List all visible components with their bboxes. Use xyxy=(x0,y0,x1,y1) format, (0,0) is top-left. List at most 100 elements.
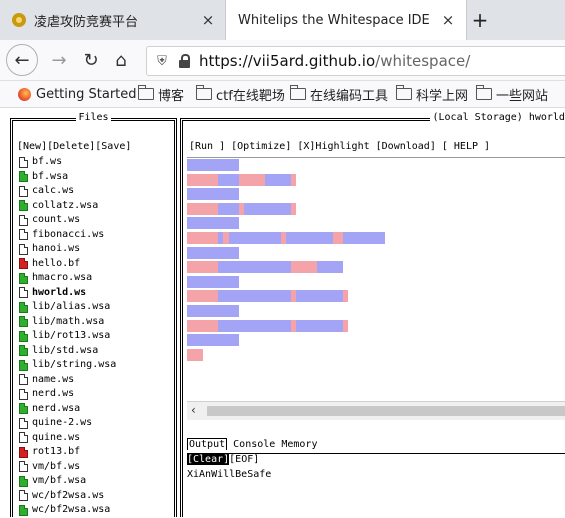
space-token xyxy=(291,261,317,273)
home-button[interactable]: ⌂ xyxy=(108,44,134,76)
file-icon xyxy=(19,505,28,516)
file-name: collatz.wsa xyxy=(32,199,98,214)
file-item[interactable]: nerd.ws xyxy=(19,387,116,402)
bookmark-folder-proxy[interactable]: 科学上网 xyxy=(396,81,468,107)
bookmark-label: 科学上网 xyxy=(416,85,468,104)
folder-icon xyxy=(138,88,154,100)
lock-icon[interactable] xyxy=(177,54,193,68)
file-item[interactable]: name.ws xyxy=(19,373,116,388)
file-item[interactable]: lib/math.wsa xyxy=(19,315,116,330)
eof-button[interactable]: [EOF] xyxy=(229,454,259,465)
file-name: wc/bf2wsa.wsa xyxy=(32,503,110,518)
tab-output[interactable]: Output xyxy=(187,438,227,450)
file-item[interactable]: nerd.wsa xyxy=(19,402,116,417)
bookmark-folder-sites[interactable]: 一些网站 xyxy=(476,81,548,107)
tab-token xyxy=(187,247,239,259)
scroll-left-icon[interactable]: ‹ xyxy=(191,403,196,417)
file-item[interactable]: calc.ws xyxy=(19,184,116,199)
tab-title: Whitelips the Whitespace IDE xyxy=(238,13,438,28)
file-item[interactable]: lib/rot13.wsa xyxy=(19,329,116,344)
tab-token xyxy=(187,334,239,346)
file-item[interactable]: lib/std.wsa xyxy=(19,344,116,359)
space-token xyxy=(343,320,348,332)
file-name: lib/rot13.wsa xyxy=(32,329,110,344)
tab-token xyxy=(187,159,239,171)
space-token xyxy=(343,290,348,302)
file-item[interactable]: count.ws xyxy=(19,213,116,228)
url-host: https://vii5ard.github.io xyxy=(199,52,375,70)
tab-token xyxy=(317,261,343,273)
output-actions: [Clear][EOF] xyxy=(187,454,259,465)
file-item[interactable]: quine.ws xyxy=(19,431,116,446)
tab-token xyxy=(218,320,291,332)
file-item[interactable]: rot13.bf xyxy=(19,445,116,460)
close-tab-icon[interactable]: × xyxy=(438,11,458,29)
file-item[interactable]: quine-2.ws xyxy=(19,416,116,431)
bookmark-folder-encoding-tools[interactable]: 在线编码工具 xyxy=(290,81,388,107)
file-item[interactable]: wc/bf2wsa.wsa xyxy=(19,503,116,518)
file-item[interactable]: bf.wsa xyxy=(19,170,116,185)
tab-token xyxy=(187,217,239,229)
space-token xyxy=(187,261,218,273)
navigation-bar: ← → ↻ ⌂ ⛨ https://vii5ard.github.io/whit… xyxy=(0,40,565,81)
browser-tab-whitelips[interactable]: Whitelips the Whitespace IDE × xyxy=(226,0,466,40)
bookmark-folder-blog[interactable]: 博客 xyxy=(138,81,184,107)
file-item[interactable]: bf.ws xyxy=(19,155,116,170)
file-item[interactable]: hanoi.ws xyxy=(19,242,116,257)
bookmark-label: 博客 xyxy=(158,85,184,104)
tab-token xyxy=(265,174,291,186)
file-name: lib/string.wsa xyxy=(32,358,116,373)
tracking-shield-icon[interactable]: ⛨ xyxy=(147,54,177,69)
space-token xyxy=(187,232,218,244)
file-item[interactable]: fibonacci.ws xyxy=(19,228,116,243)
files-panel: Files [New][Delete][Save] bf.wsbf.wsacal… xyxy=(10,118,177,517)
bookmark-getting-started[interactable]: Getting Started xyxy=(18,81,137,107)
file-name: vm/bf.wsa xyxy=(32,474,86,489)
file-item[interactable]: lib/alias.wsa xyxy=(19,300,116,315)
editor-toolbar[interactable]: [Run ] [Optimize] [X]Highlight [Download… xyxy=(189,141,490,152)
address-bar[interactable]: ⛨ https://vii5ard.github.io/whitespace/ xyxy=(146,46,565,76)
file-icon xyxy=(19,157,28,168)
tab-token xyxy=(187,305,239,317)
file-item[interactable]: hworld.ws xyxy=(19,286,116,301)
clear-output-button[interactable]: [Clear] xyxy=(187,454,229,465)
tab-token xyxy=(244,203,291,215)
file-name: lib/std.wsa xyxy=(32,344,98,359)
file-item[interactable]: hmacro.wsa xyxy=(19,271,116,286)
tab-memory[interactable]: Memory xyxy=(281,439,317,450)
bookmark-label: 一些网站 xyxy=(496,85,548,104)
forward-button[interactable]: → xyxy=(46,44,72,76)
file-item[interactable]: hello.bf xyxy=(19,257,116,272)
bookmark-folder-ctf[interactable]: ctf在线靶场 xyxy=(196,81,285,107)
file-icon xyxy=(19,389,28,400)
close-tab-icon[interactable]: × xyxy=(198,11,218,29)
reload-button[interactable]: ↻ xyxy=(78,44,104,76)
file-icon xyxy=(19,418,28,429)
tab-token xyxy=(187,188,239,200)
tab-console[interactable]: Console xyxy=(233,439,275,450)
folder-icon xyxy=(196,88,212,100)
file-actions[interactable]: [New][Delete][Save] xyxy=(17,141,131,152)
file-icon xyxy=(19,403,28,414)
tab-token xyxy=(218,203,239,215)
whitelips-ide: Files [New][Delete][Save] bf.wsbf.wsacal… xyxy=(0,108,565,517)
file-item[interactable]: vm/bf.wsa xyxy=(19,474,116,489)
new-tab-button[interactable]: + xyxy=(466,0,494,40)
whitespace-code-editor[interactable] xyxy=(187,157,565,402)
tab-token xyxy=(218,174,239,186)
file-item[interactable]: wc/bf2wsa.ws xyxy=(19,489,116,504)
browser-tab-strip: 凌虐攻防竞赛平台 × Whitelips the Whitespace IDE … xyxy=(0,0,565,40)
file-name: calc.ws xyxy=(32,184,74,199)
file-item[interactable]: vm/bf.ws xyxy=(19,460,116,475)
file-name: hmacro.wsa xyxy=(32,271,92,286)
browser-tab-platform[interactable]: 凌虐攻防竞赛平台 × xyxy=(0,0,226,40)
file-icon xyxy=(19,258,28,269)
back-button[interactable]: ← xyxy=(6,44,38,76)
space-token xyxy=(291,174,296,186)
scrollbar-thumb[interactable] xyxy=(207,406,565,416)
space-token xyxy=(187,203,218,215)
horizontal-scrollbar[interactable]: ‹ xyxy=(187,401,565,420)
file-item[interactable]: collatz.wsa xyxy=(19,199,116,214)
file-item[interactable]: lib/string.wsa xyxy=(19,358,116,373)
editor-title: (Local Storage) hworld.w xyxy=(430,112,565,123)
